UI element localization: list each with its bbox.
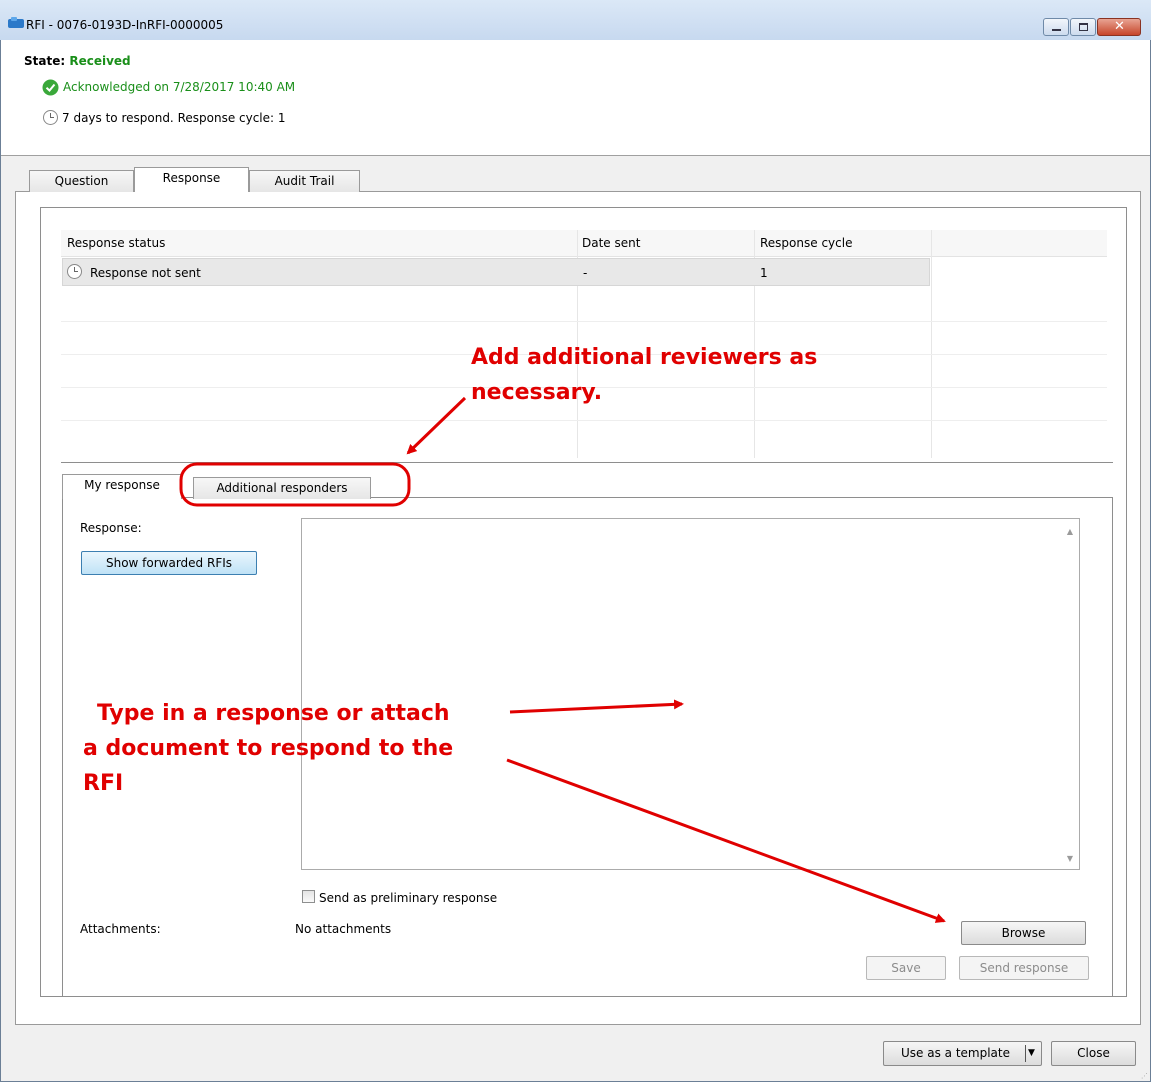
use-as-template-label: Use as a template xyxy=(901,1046,1010,1060)
grid-header: Response status Date sent Response cycle xyxy=(61,230,1107,257)
response-label: Response: xyxy=(80,521,142,535)
app-icon xyxy=(8,17,24,28)
state-caption: State: xyxy=(24,54,66,68)
grid-bottom-border xyxy=(61,462,1113,463)
column-header-date-sent[interactable]: Date sent xyxy=(582,236,640,250)
attachments-label: Attachments: xyxy=(80,922,161,936)
minimize-button[interactable] xyxy=(1043,18,1069,36)
annotation-reviewers-line1: Add additional reviewers as xyxy=(471,345,818,370)
close-window-button[interactable]: ✕ xyxy=(1097,18,1141,36)
header-divider xyxy=(1,155,1150,156)
tab-additional-responders[interactable]: Additional responders xyxy=(193,477,371,499)
days-to-respond-text: 7 days to respond. Response cycle: 1 xyxy=(62,111,286,125)
cell-date-sent: - xyxy=(583,266,588,280)
state-value: Received xyxy=(69,54,131,68)
show-forwarded-rfis-button[interactable]: Show forwarded RFIs xyxy=(81,551,257,575)
scroll-down-icon[interactable]: ▼ xyxy=(1067,854,1073,863)
response-textarea[interactable]: ▲ ▼ xyxy=(301,518,1080,870)
annotation-type-line1: Type in a response or attach xyxy=(97,701,450,726)
column-divider xyxy=(931,230,932,458)
preliminary-response-checkbox[interactable] xyxy=(302,890,315,903)
annotation-type-line2: a document to respond to the xyxy=(83,736,454,761)
cell-response-status: Response not sent xyxy=(90,266,201,280)
annotation-type-response: Type in a response or attach a document … xyxy=(83,696,453,801)
maximize-icon xyxy=(1079,23,1088,31)
window-title: RFI - 0076-0193D-InRFI-0000005 xyxy=(26,18,224,32)
cell-response-cycle: 1 xyxy=(760,266,768,280)
scroll-up-icon[interactable]: ▲ xyxy=(1067,527,1073,536)
annotation-reviewers-line2: necessary. xyxy=(471,380,603,405)
annotation-reviewers: Add additional reviewers as necessary. xyxy=(471,340,817,410)
send-response-button[interactable]: Send response xyxy=(959,956,1089,980)
use-as-template-button[interactable]: Use as a template ▼ xyxy=(883,1041,1042,1066)
clock-icon xyxy=(67,264,82,279)
chevron-down-icon[interactable]: ▼ xyxy=(1028,1042,1035,1064)
close-icon: ✕ xyxy=(1114,19,1125,34)
row-divider xyxy=(61,420,1107,421)
browse-button[interactable]: Browse xyxy=(961,921,1086,945)
check-circle-icon xyxy=(42,79,59,96)
annotation-type-line3: RFI xyxy=(83,771,124,796)
table-row[interactable]: Response not sent - 1 xyxy=(62,258,930,286)
preliminary-response-label: Send as preliminary response xyxy=(319,891,498,905)
save-button[interactable]: Save xyxy=(866,956,946,980)
close-button[interactable]: Close xyxy=(1051,1041,1136,1066)
column-header-response-status[interactable]: Response status xyxy=(67,236,165,250)
resize-grip-icon[interactable]: ⋰ xyxy=(1141,1072,1148,1080)
clock-icon xyxy=(43,110,58,125)
row-divider xyxy=(61,321,1107,322)
maximize-button[interactable] xyxy=(1070,18,1096,36)
tab-response[interactable]: Response xyxy=(134,167,249,192)
minimize-icon xyxy=(1052,29,1061,31)
tab-question[interactable]: Question xyxy=(29,170,134,192)
tab-my-response[interactable]: My response xyxy=(62,474,182,499)
acknowledged-text: Acknowledged on 7/28/2017 10:40 AM xyxy=(63,80,296,94)
tab-audit-trail[interactable]: Audit Trail xyxy=(249,170,360,192)
header-panel xyxy=(1,40,1150,155)
state-label: State: Received xyxy=(24,54,131,68)
split-divider xyxy=(1025,1045,1026,1062)
attachments-value: No attachments xyxy=(295,922,392,936)
column-header-response-cycle[interactable]: Response cycle xyxy=(760,236,852,250)
